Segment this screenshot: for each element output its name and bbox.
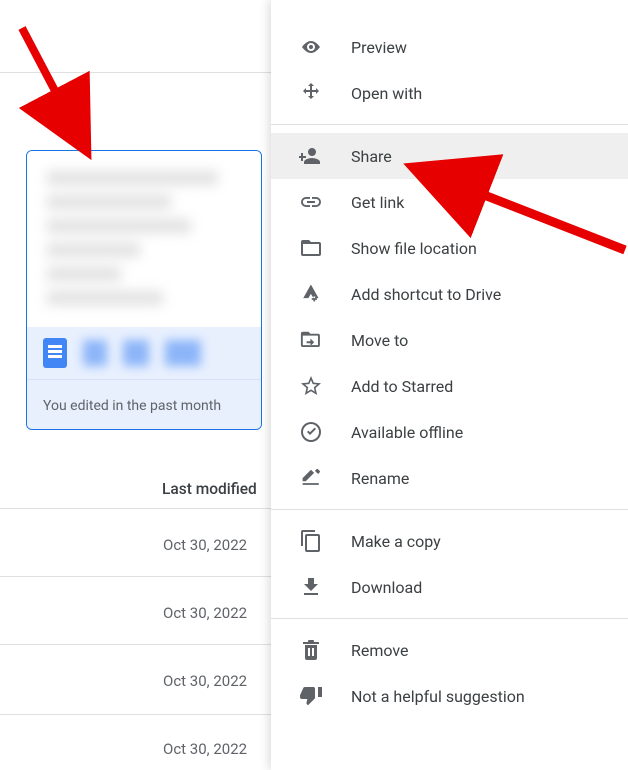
menu-label: Not a helpful suggestion (351, 687, 525, 706)
menu-label: Open with (351, 84, 422, 103)
thumb-down-icon (299, 684, 323, 708)
menu-remove[interactable]: Remove (271, 627, 628, 673)
column-header-last-modified[interactable]: Last modified (162, 480, 257, 498)
menu-label: Preview (351, 38, 407, 57)
link-icon (299, 190, 323, 214)
menu-label: Rename (351, 469, 409, 488)
context-menu: Preview Open with Share Get link Show fi… (271, 0, 628, 770)
star-icon (299, 374, 323, 398)
menu-label: Show file location (351, 239, 477, 258)
menu-show-location[interactable]: Show file location (271, 225, 628, 271)
menu-rename[interactable]: Rename (271, 455, 628, 501)
file-name-row (27, 327, 261, 379)
drive-shortcut-icon (299, 282, 323, 306)
menu-not-helpful[interactable]: Not a helpful suggestion (271, 673, 628, 719)
person-add-icon (299, 144, 323, 168)
menu-label: Share (351, 147, 392, 166)
menu-available-offline[interactable]: Available offline (271, 409, 628, 455)
menu-label: Make a copy (351, 532, 441, 551)
folder-move-icon (299, 328, 323, 352)
menu-label: Remove (351, 641, 409, 660)
menu-move-to[interactable]: Move to (271, 317, 628, 363)
offline-check-icon (299, 420, 323, 444)
menu-add-shortcut[interactable]: Add shortcut to Drive (271, 271, 628, 317)
menu-make-copy[interactable]: Make a copy (271, 518, 628, 564)
menu-share[interactable]: Share (271, 133, 628, 179)
menu-get-link[interactable]: Get link (271, 179, 628, 225)
list-item-date: Oct 30, 2022 (163, 740, 247, 758)
folder-icon (299, 236, 323, 260)
list-item-date: Oct 30, 2022 (163, 604, 247, 622)
file-activity-text: You edited in the past month (43, 398, 221, 414)
google-docs-icon (43, 338, 67, 368)
list-item-date: Oct 30, 2022 (163, 672, 247, 690)
arrows-expand-icon (299, 81, 323, 105)
menu-label: Download (351, 578, 422, 597)
copy-icon (299, 529, 323, 553)
menu-label: Get link (351, 193, 404, 212)
menu-open-with[interactable]: Open with (271, 70, 628, 116)
file-thumbnail (27, 151, 261, 327)
list-item-date: Oct 30, 2022 (163, 536, 247, 554)
pencil-icon (299, 466, 323, 490)
file-activity-footer: You edited in the past month (27, 379, 261, 430)
menu-label: Move to (351, 331, 408, 350)
menu-download[interactable]: Download (271, 564, 628, 610)
menu-label: Add to Starred (351, 377, 453, 396)
menu-divider (271, 509, 628, 510)
menu-divider (271, 124, 628, 125)
menu-preview[interactable]: Preview (271, 24, 628, 70)
menu-add-starred[interactable]: Add to Starred (271, 363, 628, 409)
trash-icon (299, 638, 323, 662)
download-icon (299, 575, 323, 599)
menu-divider (271, 618, 628, 619)
menu-label: Add shortcut to Drive (351, 285, 501, 304)
file-card[interactable]: You edited in the past month (26, 150, 262, 430)
eye-icon (299, 35, 323, 59)
menu-label: Available offline (351, 423, 463, 442)
